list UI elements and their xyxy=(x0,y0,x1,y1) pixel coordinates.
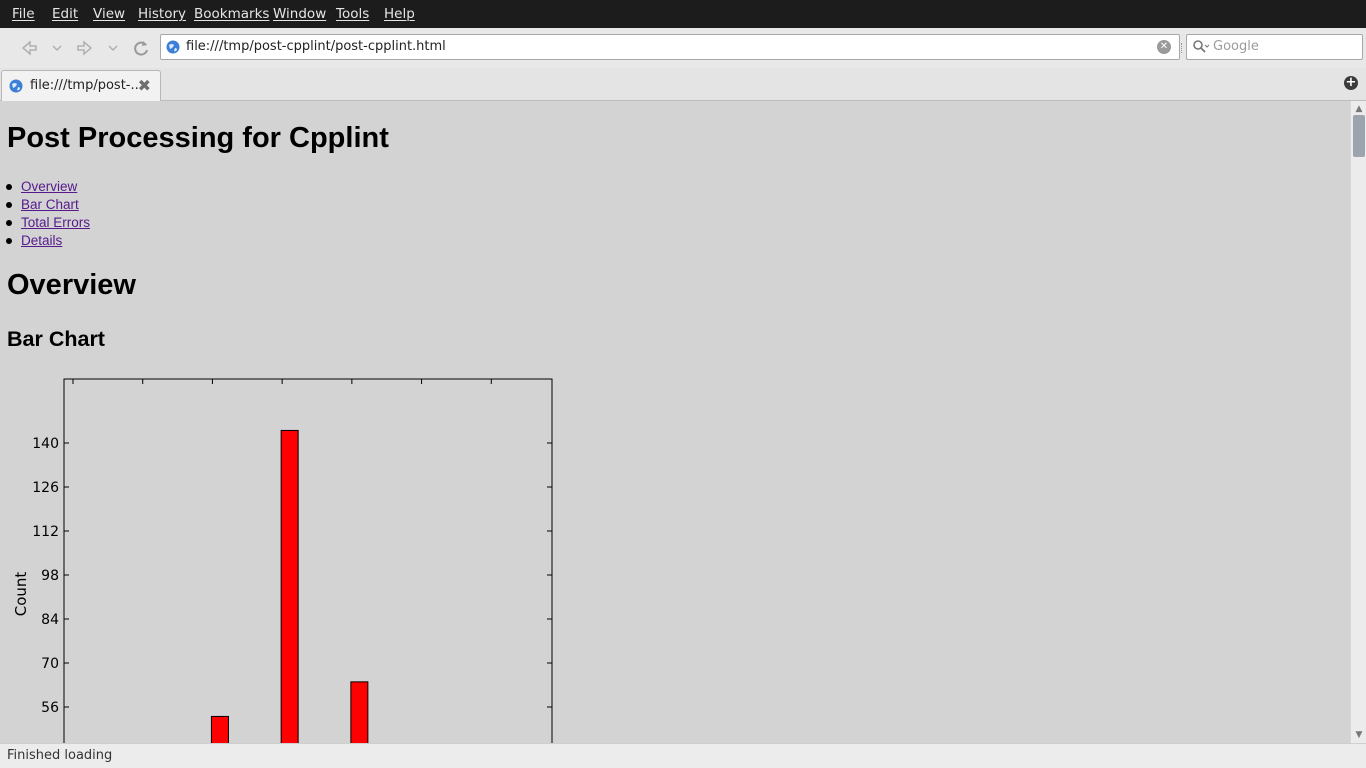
clear-url-icon[interactable]: ✕ xyxy=(1157,40,1171,54)
bar-chart-heading: Bar Chart xyxy=(7,327,105,351)
url-text[interactable]: file:///tmp/post-cpplint/post-cpplint.ht… xyxy=(186,39,446,54)
tab-active[interactable]: file:///tmp/post-... ✖ xyxy=(1,70,161,101)
tab-title: file:///tmp/post-... xyxy=(30,78,143,93)
toc-item: Total Errors xyxy=(5,214,90,232)
menu-edit[interactable]: Edit xyxy=(52,6,78,22)
vertical-scrollbar[interactable]: ▲ ▼ xyxy=(1350,101,1366,743)
menu-file[interactable]: File xyxy=(12,6,35,22)
globe-icon xyxy=(9,79,23,93)
new-tab-icon[interactable]: + xyxy=(1344,76,1358,90)
bar xyxy=(280,429,299,743)
menu-bookmarks[interactable]: Bookmarks xyxy=(194,6,269,22)
status-bar: Finished loading xyxy=(0,743,1366,768)
menu-tools[interactable]: Tools xyxy=(336,6,369,22)
toc-item: Bar Chart xyxy=(5,196,90,214)
menubar: File Edit View History Bookmarks Window … xyxy=(0,0,1366,28)
search-icon[interactable] xyxy=(1192,39,1210,55)
overview-heading: Overview xyxy=(7,269,136,301)
menu-window[interactable]: Window xyxy=(273,6,326,22)
menu-view[interactable]: View xyxy=(93,6,125,22)
back-icon[interactable] xyxy=(18,37,40,59)
y-tick-label: 84 xyxy=(41,612,59,628)
reload-icon[interactable] xyxy=(130,37,152,59)
toc-link-total-errors[interactable]: Total Errors xyxy=(21,215,90,230)
plot-frame xyxy=(63,378,553,743)
bar xyxy=(210,715,229,743)
back-history-dropdown[interactable] xyxy=(51,37,63,59)
toc-link-bar-chart[interactable]: Bar Chart xyxy=(21,197,79,212)
page-title: Post Processing for Cpplint xyxy=(7,122,389,154)
toolbar-splitter[interactable] xyxy=(1181,43,1184,53)
toc-link-details[interactable]: Details xyxy=(21,233,62,248)
globe-icon xyxy=(166,40,180,54)
scroll-up-icon[interactable]: ▲ xyxy=(1354,104,1364,114)
close-tab-icon[interactable]: ✖ xyxy=(138,77,151,95)
toc-item: Details xyxy=(5,232,90,250)
page-content: Post Processing for Cpplint Overview Bar… xyxy=(0,101,1350,743)
url-bar[interactable]: file:///tmp/post-cpplint/post-cpplint.ht… xyxy=(160,34,1180,60)
y-tick-label: 112 xyxy=(32,524,59,540)
y-axis-label: Count xyxy=(12,572,30,617)
toc-item: Overview xyxy=(5,178,90,196)
navigation-toolbar: file:///tmp/post-cpplint/post-cpplint.ht… xyxy=(0,28,1366,69)
y-tick-label: 140 xyxy=(32,436,59,452)
y-tick-label: 70 xyxy=(41,656,59,672)
search-bar[interactable]: Google xyxy=(1186,34,1363,60)
toc-link-overview[interactable]: Overview xyxy=(21,179,77,194)
bar-chart: 56 70 84 98 112 126 140 Count xyxy=(12,378,553,743)
search-placeholder: Google xyxy=(1213,39,1259,54)
y-tick-label: 56 xyxy=(41,700,59,716)
tab-bar: file:///tmp/post-... ✖ + xyxy=(0,68,1366,101)
status-text: Finished loading xyxy=(7,748,113,763)
forward-icon[interactable] xyxy=(74,37,96,59)
menu-help[interactable]: Help xyxy=(384,6,415,22)
scroll-down-icon[interactable]: ▼ xyxy=(1354,730,1364,740)
bar xyxy=(350,681,369,743)
y-tick-label: 98 xyxy=(41,568,59,584)
scrollbar-thumb[interactable] xyxy=(1353,115,1365,157)
forward-history-dropdown[interactable] xyxy=(107,37,119,59)
table-of-contents: Overview Bar Chart Total Errors Details xyxy=(5,178,90,250)
menu-history[interactable]: History xyxy=(138,6,186,22)
y-tick-label: 126 xyxy=(32,480,59,496)
